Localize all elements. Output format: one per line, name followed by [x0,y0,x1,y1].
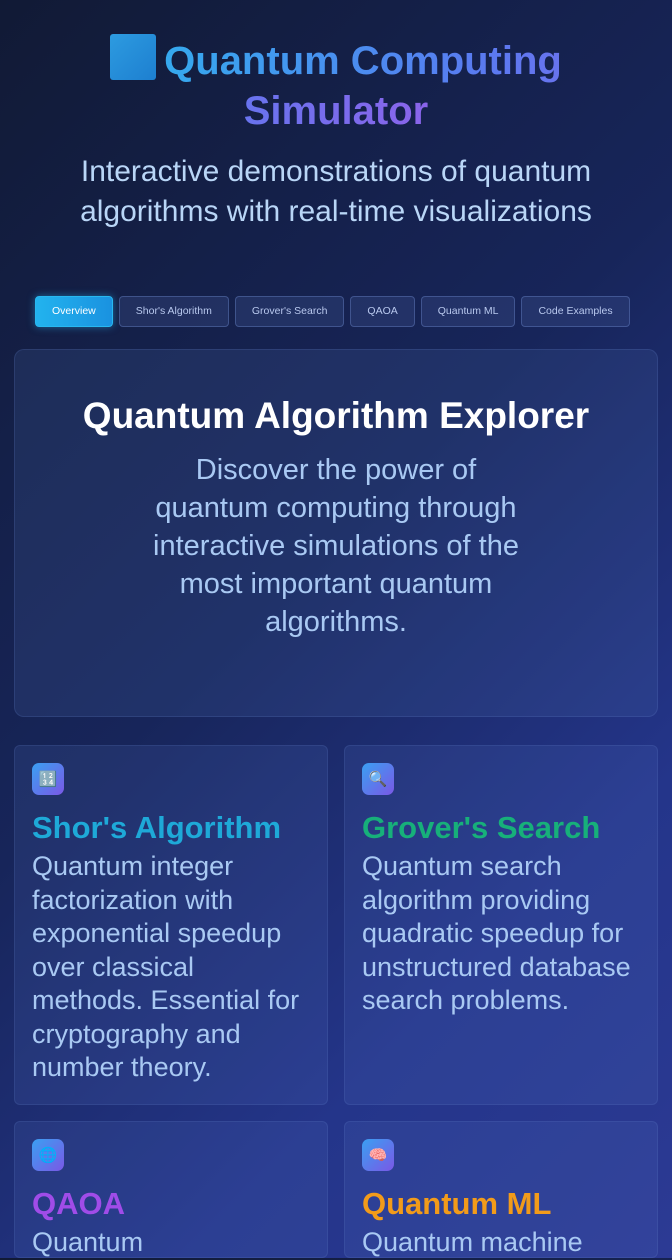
card-quantum-ml[interactable]: 🧠 Quantum ML Quantum machine [344,1121,658,1258]
card-shors-algorithm[interactable]: 🔢 Shor's Algorithm Quantum integer facto… [14,745,328,1105]
hero-title: Quantum Algorithm Explorer [82,395,590,436]
card-title: QAOA [32,1186,125,1221]
globe-icon: 🌐 [32,1139,64,1171]
blue-square-icon [110,34,157,80]
title-text: Quantum Computing Simulator [164,39,562,133]
card-description: Quantum [32,1227,144,1257]
card-title: Shor's Algorithm [32,810,282,845]
card-description: Quantum machine [362,1227,583,1257]
card-title: Quantum ML [362,1186,552,1221]
page-title: Quantum Computing Simulator [56,34,616,136]
tab-overview[interactable]: Overview [35,296,113,327]
magnifier-icon: 🔍 [362,763,394,795]
card-qaoa[interactable]: 🌐 QAOA Quantum [14,1121,328,1258]
hero-panel: Quantum Algorithm Explorer Discover the … [14,349,658,717]
tab-qaoa[interactable]: QAOA [350,296,415,327]
tab-code-examples[interactable]: Code Examples [521,296,630,327]
page-subtitle: Interactive demonstrations of quantum al… [80,155,592,228]
tab-grovers-search[interactable]: Grover's Search [234,296,345,327]
page-header: Quantum Computing Simulator Interactive … [0,0,672,232]
card-title: Grover's Search [362,810,601,845]
card-description: Quantum integer factorization with expon… [32,851,300,1082]
card-grovers-search[interactable]: 🔍 Grover's Search Quantum search algorit… [344,745,658,1105]
tab-quantum-ml[interactable]: Quantum ML [420,296,516,327]
brain-icon: 🧠 [362,1139,394,1171]
card-description: Quantum search algorithm providing quadr… [362,851,631,1015]
tab-shors-algorithm[interactable]: Shor's Algorithm [118,296,229,327]
tab-bar: Overview Shor's Algorithm Grover's Searc… [35,296,630,327]
numbers-icon: 🔢 [32,763,64,795]
hero-description: Discover the power of quantum computing … [153,454,519,638]
